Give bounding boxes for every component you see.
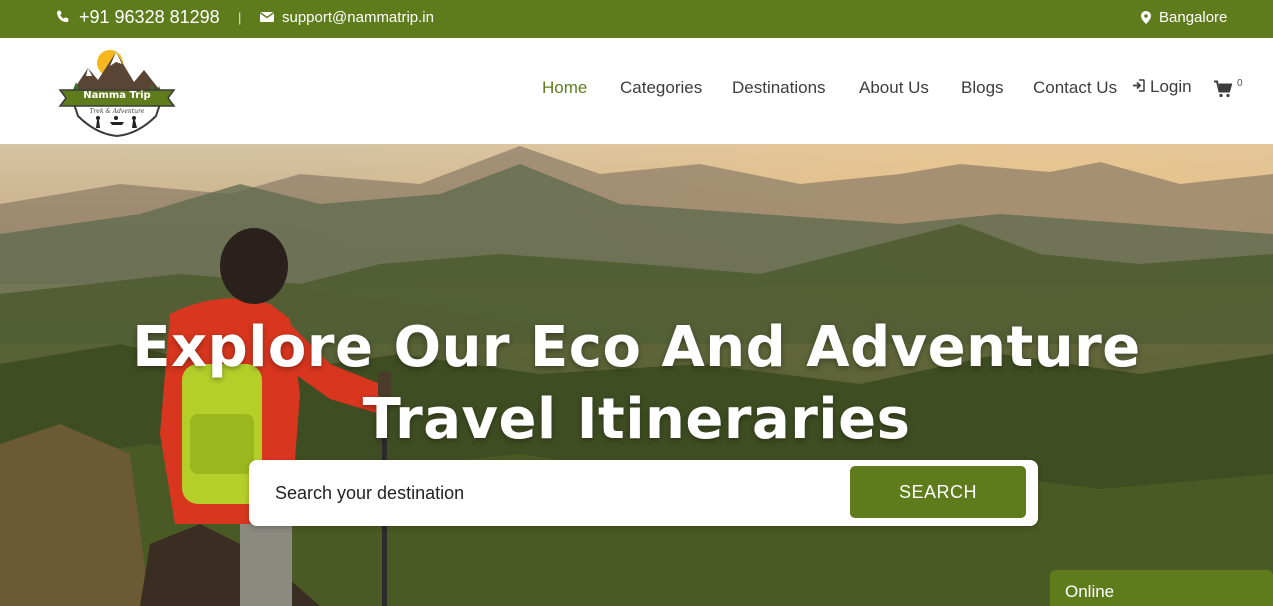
phone-number: +91 96328 81298	[79, 6, 220, 27]
cart-icon[interactable]	[1214, 80, 1234, 100]
hero-title-line-1: Explore Our Eco And Adventure	[132, 315, 1141, 380]
site-logo[interactable]: Namma Trip Trek & Adventure	[58, 46, 176, 138]
nav-about-us[interactable]: About Us	[859, 78, 929, 98]
login-label: Login	[1150, 77, 1192, 96]
top-contact-bar: +91 96328 81298 | support@nammatrip.in B…	[0, 0, 1273, 38]
phone-icon	[55, 9, 71, 25]
destination-search-form: SEARCH	[249, 460, 1038, 526]
search-button[interactable]: SEARCH	[850, 466, 1026, 518]
hero-title: Explore Our Eco And Adventure Travel Iti…	[0, 312, 1273, 456]
online-chat-widget[interactable]: Online	[1050, 570, 1273, 606]
phone-link[interactable]: +91 96328 81298	[55, 0, 220, 34]
email-link[interactable]: support@nammatrip.in	[260, 0, 434, 34]
nav-contact-us[interactable]: Contact Us	[1033, 78, 1117, 98]
site-header: Namma Trip Trek & Adventure Home Categor…	[0, 38, 1273, 144]
destination-search-input[interactable]	[275, 476, 835, 510]
hero-section: Explore Our Eco And Adventure Travel Iti…	[0, 144, 1273, 606]
chat-status-label: Online	[1065, 582, 1115, 601]
nav-destinations[interactable]: Destinations	[732, 78, 826, 98]
cart-count-badge: 0	[1237, 78, 1243, 89]
location-selector[interactable]: Bangalore	[1141, 0, 1227, 34]
mail-icon	[260, 11, 274, 23]
logo-title: Namma Trip	[83, 90, 151, 101]
nav-categories[interactable]: Categories	[620, 78, 702, 98]
hero-title-line-2: Travel Itineraries	[362, 387, 911, 452]
location-label: Bangalore	[1159, 8, 1228, 26]
topbar-separator: |	[238, 9, 242, 25]
login-link[interactable]: Login	[1132, 77, 1192, 97]
nav-home[interactable]: Home	[542, 78, 587, 98]
email-address: support@nammatrip.in	[282, 8, 434, 26]
login-icon	[1132, 77, 1145, 97]
nav-blogs[interactable]: Blogs	[961, 78, 1004, 98]
logo-subtitle: Trek & Adventure	[89, 108, 145, 115]
map-pin-icon	[1141, 10, 1151, 24]
